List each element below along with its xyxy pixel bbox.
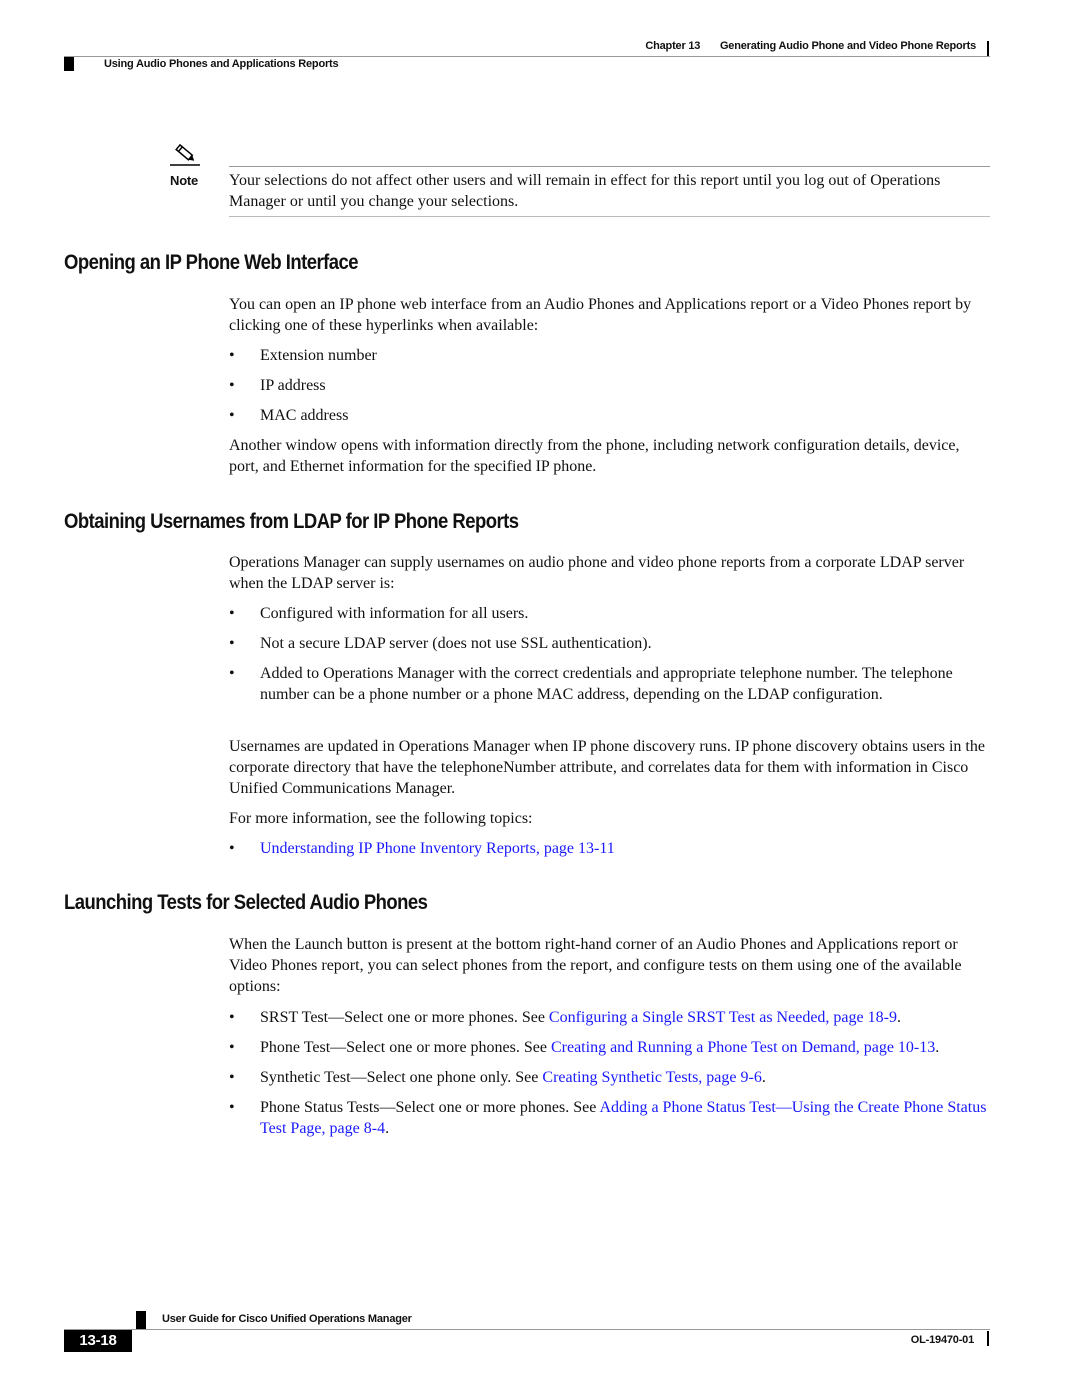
- section-paragraph: Usernames are updated in Operations Mana…: [229, 738, 985, 797]
- section-heading: Obtaining Usernames from LDAP for IP Pho…: [64, 510, 519, 533]
- note-text: Your selections do not affect other user…: [229, 172, 941, 210]
- list-item: • Configured with information for all use…: [229, 605, 529, 622]
- phone-test-link[interactable]: Creating and Running a Phone Test on Dem…: [551, 1039, 935, 1056]
- srst-test-link[interactable]: Configuring a Single SRST Test as Needed…: [549, 1009, 897, 1026]
- list-item: • Understanding IP Phone Inventory Report…: [229, 838, 989, 859]
- list-item: • IP address: [229, 377, 326, 394]
- bullet-icon: •: [229, 1039, 235, 1056]
- bullet-icon: •: [229, 377, 235, 394]
- section-heading: Opening an IP Phone Web Interface: [64, 251, 359, 274]
- bullet-icon: •: [229, 635, 235, 652]
- header-bar-right: [987, 41, 989, 56]
- footer-bar-right: [987, 1331, 989, 1346]
- bullet-icon: •: [229, 407, 235, 424]
- section-outro: Another window opens with information di…: [229, 437, 960, 475]
- footer-rule: [64, 1329, 990, 1330]
- page-number: 13-18: [64, 1330, 132, 1352]
- list-item: • Phone Status Tests—Select one or more p…: [229, 1099, 987, 1137]
- bullet-list: • Configured with information for all use…: [229, 603, 989, 714]
- list-item: • Not a secure LDAP server (does not use …: [229, 635, 652, 652]
- note-rule-top: [229, 166, 990, 167]
- bullet-icon: •: [229, 665, 235, 682]
- chapter-number: Chapter 13: [645, 40, 701, 52]
- section-paragraph: For more information, see the following …: [229, 810, 533, 827]
- header-section: Using Audio Phones and Applications Repo…: [104, 58, 339, 70]
- bullet-list: • SRST Test—Select one or more phones. Se…: [229, 1007, 989, 1148]
- bullet-icon: •: [229, 1009, 235, 1026]
- bullet-icon: •: [229, 1099, 235, 1116]
- section-intro: When the Launch button is present at the…: [229, 936, 962, 995]
- pencil-icon: [170, 143, 200, 167]
- bullet-list: • Extension number • IP address • MAC addre…: [229, 345, 989, 435]
- bullet-icon: •: [229, 1069, 235, 1086]
- section-heading: Launching Tests for Selected Audio Phone…: [64, 891, 428, 914]
- list-item: • Synthetic Test—Select one phone only. S…: [229, 1069, 766, 1086]
- header-block: [64, 57, 74, 71]
- list-item: • Added to Operations Manager with the co…: [229, 665, 953, 703]
- section-intro: Operations Manager can supply usernames …: [229, 554, 965, 592]
- list-item: • MAC address: [229, 407, 349, 424]
- list-item: • Extension number: [229, 347, 377, 364]
- note-rule-bottom: [229, 216, 990, 217]
- inventory-reports-link[interactable]: Understanding IP Phone Inventory Reports…: [260, 840, 615, 857]
- bullet-icon: •: [229, 605, 235, 622]
- list-item: • SRST Test—Select one or more phones. Se…: [229, 1009, 901, 1026]
- bullet-icon: •: [229, 840, 235, 857]
- synthetic-test-link[interactable]: Creating Synthetic Tests, page 9-6: [542, 1069, 761, 1086]
- chapter-title: Generating Audio Phone and Video Phone R…: [719, 40, 976, 52]
- footer-guide-title: User Guide for Cisco Unified Operations …: [162, 1313, 412, 1325]
- link-list: • Understanding IP Phone Inventory Report…: [229, 838, 989, 868]
- list-item: • Phone Test—Select one or more phones. S…: [229, 1039, 940, 1056]
- header-rule: [64, 56, 990, 57]
- section-intro: You can open an IP phone web interface f…: [229, 296, 972, 334]
- bullet-icon: •: [229, 347, 235, 364]
- note-label: Note: [170, 173, 199, 188]
- header-chapter: Chapter 13 Generating Audio Phone and Vi…: [0, 40, 976, 52]
- doc-id: OL-19470-01: [910, 1334, 974, 1346]
- footer-block: [136, 1311, 146, 1329]
